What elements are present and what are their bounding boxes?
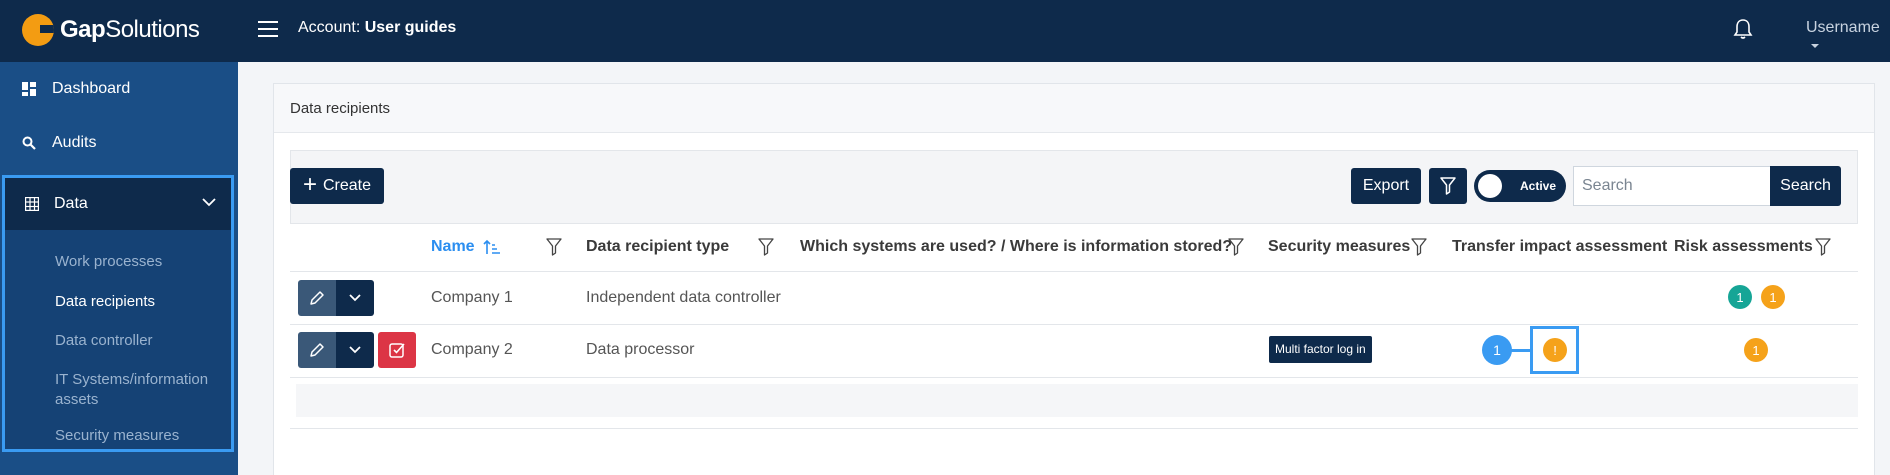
- logo-mark-icon: [22, 14, 54, 46]
- cell-type: Data processor: [586, 341, 695, 358]
- create-button[interactable]: + Create: [290, 168, 384, 204]
- sidebar-item-data[interactable]: Data: [5, 178, 231, 230]
- account-name: User guides: [364, 19, 457, 36]
- toggle-label: Active: [1520, 179, 1557, 193]
- cell-name[interactable]: Company 1: [431, 289, 513, 307]
- sidebar: Dashboard Audits Data Work processes Dat…: [0, 62, 238, 475]
- column-header-transfer[interactable]: Transfer impact assessment: [1452, 238, 1667, 256]
- filter-icon[interactable]: [1228, 238, 1244, 256]
- row-actions: [298, 332, 416, 368]
- sidebar-item-dashboard[interactable]: Dashboard: [0, 62, 238, 116]
- sidebar-item-audits[interactable]: Audits: [0, 116, 238, 170]
- empty-table-row: [296, 384, 1858, 417]
- pencil-icon: [310, 291, 324, 305]
- filter-icon[interactable]: [758, 238, 774, 256]
- row-divider: [290, 377, 1858, 378]
- delete-button[interactable]: [378, 332, 416, 368]
- row-divider: [290, 428, 1858, 429]
- search-button[interactable]: Search: [1770, 166, 1841, 206]
- search-input[interactable]: [1573, 166, 1771, 206]
- sidebar-subitem-data-controller[interactable]: Data controller: [55, 331, 225, 351]
- brand-name: GapSolutions: [60, 16, 200, 43]
- transfer-warning-badge[interactable]: !: [1543, 338, 1567, 362]
- chevron-down-icon: [349, 294, 361, 302]
- toggle-knob: [1478, 174, 1502, 198]
- edit-button[interactable]: [298, 280, 336, 316]
- transfer-connector: [1509, 349, 1531, 352]
- plus-icon: +: [302, 170, 317, 198]
- card-header: Data recipients: [274, 84, 1874, 133]
- column-header-type[interactable]: Data recipient type: [586, 238, 729, 256]
- sidebar-item-label: Data: [54, 195, 88, 212]
- sidebar-group-data: Data Work processes Data recipients Data…: [2, 175, 234, 452]
- column-header-name[interactable]: Name: [431, 238, 475, 256]
- active-toggle[interactable]: Active: [1474, 170, 1566, 202]
- cell-name[interactable]: Company 2: [431, 341, 513, 359]
- checkbox-check-icon: [389, 343, 405, 358]
- row-dropdown-button[interactable]: [336, 332, 374, 368]
- sort-ascending-icon[interactable]: [483, 239, 501, 256]
- row-divider: [290, 324, 1858, 325]
- filter-icon[interactable]: [1815, 238, 1831, 256]
- risk-badge[interactable]: 1: [1761, 285, 1785, 309]
- sidebar-subitem-security-measures[interactable]: Security measures: [55, 426, 225, 446]
- filter-icon: [1440, 177, 1456, 195]
- bell-icon[interactable]: [1733, 18, 1753, 40]
- sidebar-subitem-work-processes[interactable]: Work processes: [55, 252, 225, 272]
- column-header-security[interactable]: Security measures: [1268, 238, 1410, 256]
- edit-button[interactable]: [298, 332, 336, 368]
- search-icon: [22, 136, 36, 150]
- sidebar-item-label: Dashboard: [52, 80, 131, 97]
- sidebar-subitem-it-systems[interactable]: IT Systems/information assets: [55, 370, 225, 410]
- dashboard-icon: [22, 82, 36, 96]
- column-header-risk[interactable]: Risk assessments: [1674, 238, 1813, 256]
- create-button-label: Create: [322, 177, 372, 194]
- transfer-badge[interactable]: 1: [1482, 335, 1512, 365]
- risk-badge[interactable]: 1: [1744, 338, 1768, 362]
- cell-type: Independent data controller: [586, 289, 781, 306]
- risk-badge[interactable]: 1: [1728, 285, 1752, 309]
- row-dropdown-button[interactable]: [336, 280, 374, 316]
- filter-button[interactable]: [1429, 168, 1467, 204]
- sidebar-subitem-data-recipients[interactable]: Data recipients: [55, 292, 225, 312]
- brand-logo[interactable]: GapSolutions: [22, 13, 200, 47]
- menu-toggle-icon[interactable]: [258, 21, 278, 37]
- table-icon: [25, 197, 39, 211]
- row-actions: [298, 280, 374, 316]
- page-title: Data recipients: [290, 100, 391, 117]
- chevron-down-icon[interactable]: [201, 196, 217, 208]
- header-divider: [290, 271, 1858, 272]
- sidebar-item-label: Audits: [52, 134, 97, 151]
- column-header-systems[interactable]: Which systems are used? / Where is infor…: [800, 238, 1232, 256]
- account-indicator: Account: User guides: [298, 19, 456, 37]
- chevron-down-icon: [349, 346, 361, 354]
- user-menu[interactable]: Username: [1806, 19, 1890, 55]
- export-button[interactable]: Export: [1351, 168, 1421, 204]
- pencil-icon: [310, 343, 324, 357]
- filter-icon[interactable]: [546, 238, 562, 256]
- account-label: Account:: [298, 19, 361, 36]
- top-navbar: GapSolutions Account: User guides Userna…: [0, 0, 1890, 62]
- security-measure-tag[interactable]: Multi factor log in: [1269, 336, 1372, 363]
- filter-icon[interactable]: [1411, 238, 1427, 256]
